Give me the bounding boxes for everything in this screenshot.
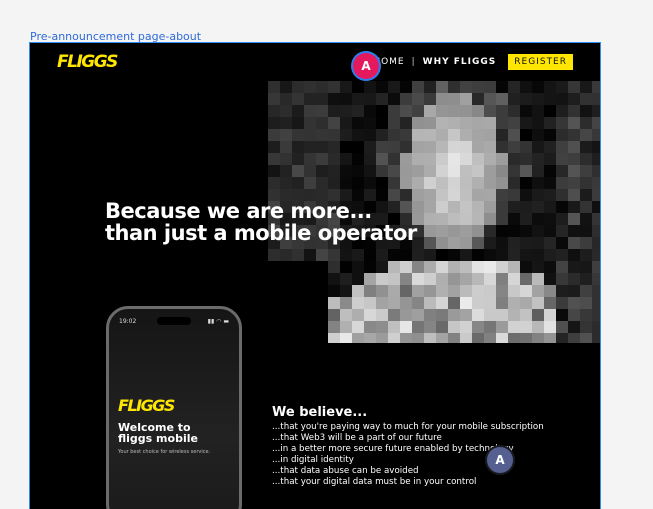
welcome-line-2: fliggs mobile [118,432,198,445]
phone-status-bar: 19:02 ▮▮ ◠ ▬ [119,318,229,325]
phone-fliggs-logo: FLIGGS [118,396,175,415]
we-believe-title: We believe... [272,405,368,420]
phone-time: 19:02 [119,318,137,325]
fliggs-logo[interactable]: FLIGGS [57,52,118,72]
phone-welcome: Welcome to fliggs mobile [118,422,198,444]
page-frame: FLIGGS HOME | WHY FLIGGS REGISTER Becaus… [29,42,601,509]
hero-heading: Because we are more... than just a mobil… [105,200,417,244]
hero-line-2: than just a mobile operator [105,221,417,245]
nav-separator: | [411,57,416,67]
phone-tagline: Your best choice for wireless service. [118,449,211,455]
belief-item: ...that Web3 will be a part of our futur… [272,433,442,444]
frame-label: Pre-announcement page-about [30,30,202,43]
hero-line-1: Because we are more... [105,199,372,223]
collaborator-avatar-badge[interactable]: A [487,447,513,473]
belief-item: ...that you're paying way to much for yo… [272,422,544,432]
signal-wifi-battery-icon: ▮▮ ◠ ▬ [207,318,229,325]
belief-item: ...that your digital data must be in you… [272,477,477,488]
collaborator-avatar-badge[interactable]: A [353,53,379,79]
phone-mockup: 19:02 ▮▮ ◠ ▬ FLIGGS Welcome to fliggs mo… [106,306,242,509]
nav-why-fliggs[interactable]: WHY FLIGGS [419,57,501,67]
top-nav: HOME | WHY FLIGGS REGISTER [369,54,573,70]
register-button[interactable]: REGISTER [508,54,573,70]
